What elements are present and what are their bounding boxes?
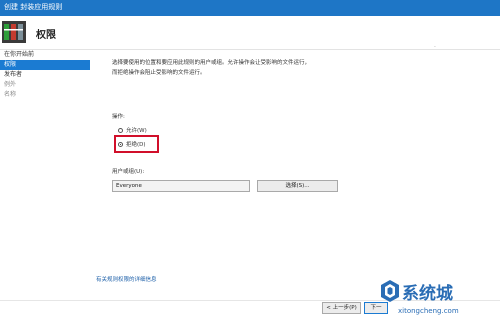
window-title: 创建 封装应用规则 — [4, 3, 63, 11]
sidebar-item-permissions[interactable]: 权限 — [0, 60, 90, 70]
page-title: 权限 — [36, 30, 56, 41]
stray-dot: · — [434, 44, 436, 51]
watermark: 系统城 xitongcheng.com — [380, 277, 500, 322]
sidebar-item-before-you-begin[interactable]: 在你开始前 — [0, 50, 90, 60]
permission-description: 选择要使用的位置和要应用此规则的用户或组。允许操作会让受影响的文件运行， 而拒绝… — [112, 58, 310, 78]
wizard-sidebar: 在你开始前 权限 发布者 例外 名称 — [0, 50, 90, 300]
watermark-text: 系统城 — [402, 284, 453, 304]
sidebar-item-exceptions[interactable]: 例外 — [0, 80, 90, 90]
watermark-url: xitongcheng.com — [398, 307, 459, 315]
radio-allow-label: 允许(W) — [126, 128, 147, 134]
wizard-content: 选择要使用的位置和要应用此规则的用户或组。允许操作会让受影响的文件运行， 而拒绝… — [96, 44, 496, 300]
description-line-1: 选择要使用的位置和要应用此规则的用户或组。允许操作会让受影响的文件运行， — [112, 60, 311, 66]
watermark-logo-icon — [381, 280, 399, 302]
permissions-info-link[interactable]: 有关规则权限的详细信息 — [96, 275, 157, 283]
sidebar-item-publisher[interactable]: 发布者 — [0, 70, 90, 80]
user-or-group-label: 用户或组(U): — [112, 169, 145, 175]
page-header: 权限 — [0, 16, 500, 50]
radio-allow[interactable]: 允许(W) — [118, 125, 147, 135]
description-line-2: 而拒绝操作会阻止受影响的文件运行。 — [112, 70, 206, 76]
red-highlight-box — [114, 135, 159, 153]
user-or-group-field[interactable]: Everyone — [112, 180, 250, 192]
sidebar-item-name[interactable]: 名称 — [0, 90, 90, 100]
app-rules-icon — [2, 21, 26, 43]
radio-allow-circle[interactable] — [118, 127, 123, 133]
window-titlebar: 创建 封装应用规则 — [0, 0, 500, 16]
back-button[interactable]: < 上一步(P) — [322, 302, 361, 314]
action-label: 操作: — [112, 114, 125, 120]
select-user-button[interactable]: 选择(S)... — [257, 180, 338, 192]
